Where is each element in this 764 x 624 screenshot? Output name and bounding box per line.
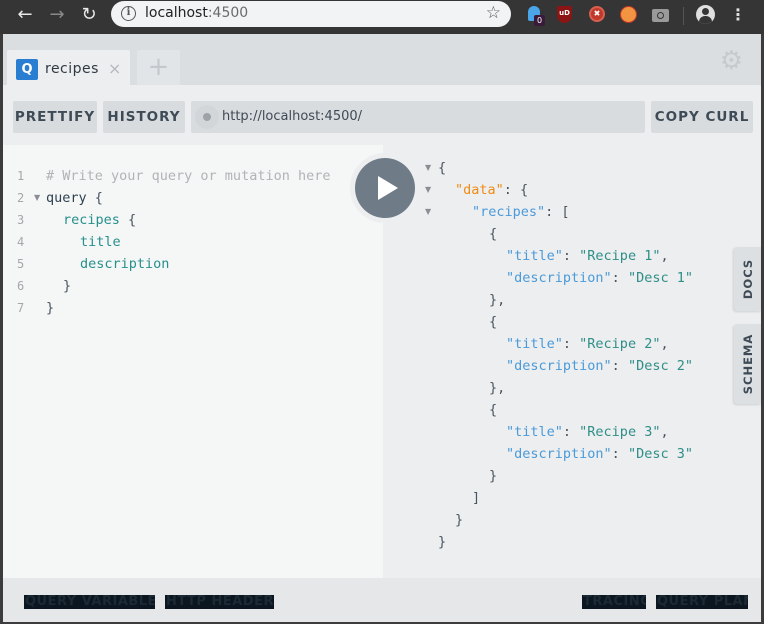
play-icon [378,176,398,200]
red-extension-icon[interactable]: ✖ [589,6,607,24]
endpoint-url: http://localhost:4500/ [222,109,363,124]
editor-toolbar: PRETTIFY HISTORY http://localhost:4500/ … [3,85,761,145]
graphql-playground: Q recipes × + ⚙ PRETTIFY HISTORY http://… [3,34,761,622]
bookmark-star-icon[interactable]: ☆ [486,3,501,23]
json-line: "title": "Recipe 3", [506,424,669,440]
query-variables-tab[interactable]: QUERY VARIABLES [24,595,155,609]
json-line: { [489,314,498,330]
bottom-bar: QUERY VARIABLES HTTP HEADERS TRACING QUE… [3,578,761,622]
reload-icon: ↻ [81,4,97,25]
json-line: "title": "Recipe 2", [506,336,669,352]
profile-avatar-icon[interactable] [696,5,715,24]
ghostery-extension-icon[interactable]: 0 [526,6,545,26]
run-query-button[interactable] [355,158,415,218]
ublock-extension-icon[interactable]: uD [557,6,575,24]
code-line: } [46,300,55,316]
code-line: } [63,278,72,294]
http-headers-tab[interactable]: HTTP HEADERS [165,595,274,609]
line-number: 3 [17,213,25,227]
history-button[interactable]: HISTORY [103,101,185,133]
json-line: } [489,468,498,484]
json-line: { [489,226,498,242]
copy-curl-button[interactable]: COPY CURL [651,101,753,133]
fold-arrow-icon[interactable]: ▼ [425,157,431,179]
json-line: } [455,512,464,528]
hammer-extension-icon[interactable] [620,6,638,24]
query-plan-tab[interactable]: QUERY PLAN [656,595,748,609]
ghostery-badge: 0 [534,15,545,26]
line-number: 2 [17,191,25,205]
code-comment: # Write your query or mutation here [46,168,331,184]
address-bar[interactable]: i localhost:4500 ☆ [111,1,511,27]
fold-arrow-icon[interactable]: ▼ [425,179,431,201]
browser-menu-icon[interactable]: ⋮ [730,4,746,26]
json-line: "recipes": [ [472,204,570,220]
arrow-left-icon: ← [17,4,33,25]
reload-button[interactable]: ↻ [76,4,102,26]
line-number: 5 [17,257,25,271]
json-line: "description": "Desc 3" [506,446,693,462]
forward-button[interactable]: → [44,4,70,26]
toolbar-divider [683,7,684,25]
query-editor[interactable]: 1 2 3 4 5 6 7 ▼ # Write your query or mu… [3,145,383,578]
json-line: "description": "Desc 2" [506,358,693,374]
tab-label: recipes [45,61,99,77]
tab-recipes[interactable]: Q recipes × [7,50,130,85]
close-tab-icon[interactable]: × [108,59,121,78]
arrow-right-icon: → [49,4,65,25]
endpoint-input[interactable]: http://localhost:4500/ [191,101,645,133]
line-number: 7 [17,301,25,315]
settings-gear-icon[interactable]: ⚙ [720,48,743,74]
fold-arrow-icon[interactable]: ▼ [425,201,431,223]
code-line: title [80,234,121,250]
code-line: query { [46,190,103,206]
json-line: { [489,402,498,418]
query-badge-icon: Q [16,59,38,80]
json-line: "description": "Desc 1" [506,270,693,286]
line-number: 6 [17,279,25,293]
code-line: recipes { [63,212,137,228]
url-text[interactable]: localhost:4500 [145,5,248,21]
schema-tab[interactable]: SCHEMA [734,324,761,404]
tracing-tab[interactable]: TRACING [582,595,646,609]
json-line: { [438,160,447,176]
json-line: "title": "Recipe 1", [506,248,669,264]
docs-tab[interactable]: DOCS [734,247,761,311]
line-number: 1 [17,169,25,183]
json-line: }, [489,292,506,308]
prettify-button[interactable]: PRETTIFY [13,101,97,133]
json-line: }, [489,380,506,396]
code-line: description [80,256,170,272]
back-button[interactable]: ← [12,4,38,26]
results-panel: ▼ ▼ ▼ { "data": { "recipes": [ { "title"… [383,145,761,578]
json-line: "data": { [455,182,529,198]
browser-toolbar: ← → ↻ i localhost:4500 ☆ 0 uD ✖ ⋮ [0,0,764,34]
connection-status-icon [195,105,219,129]
info-icon[interactable]: i [121,6,136,21]
fold-arrow-icon[interactable]: ▼ [34,187,40,209]
new-tab-button[interactable]: + [137,50,180,85]
tab-bar: Q recipes × + ⚙ [3,34,761,85]
line-number: 4 [17,235,25,249]
json-line: ] [472,490,481,506]
camera-extension-icon[interactable] [652,6,670,24]
json-line: } [438,534,447,550]
